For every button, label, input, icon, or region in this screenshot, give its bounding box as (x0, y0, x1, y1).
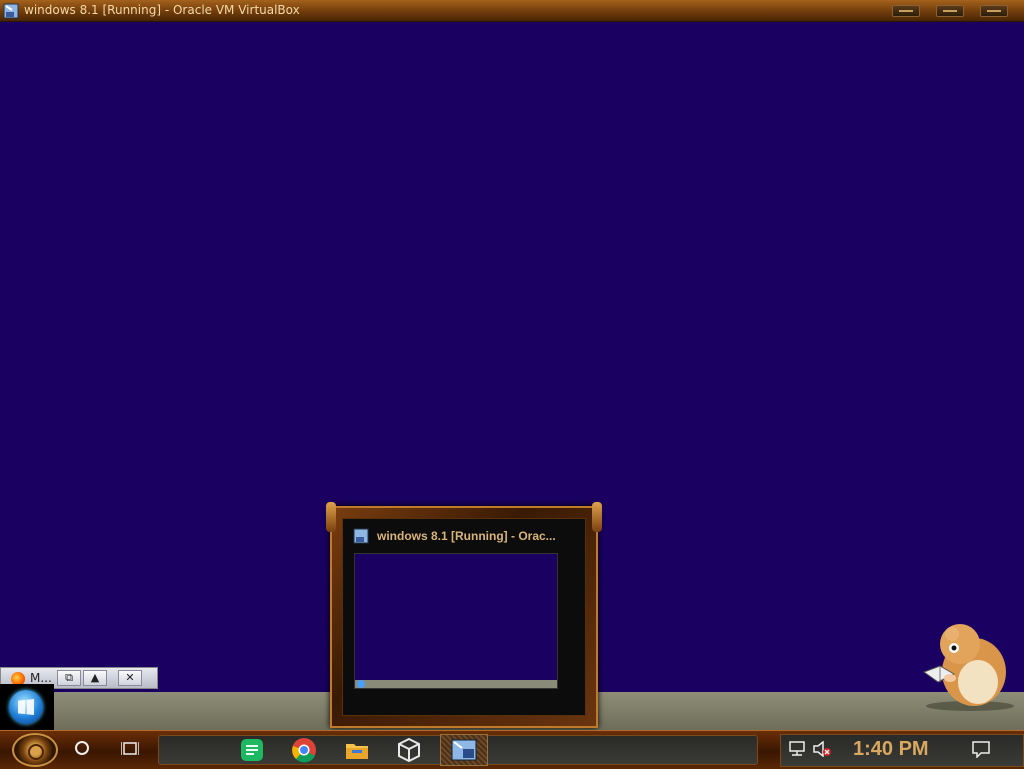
taskbar-clock[interactable]: 1:40 PM (853, 738, 929, 761)
virtualbox-vm-icon (451, 739, 477, 761)
hamster-mascot-icon[interactable] (910, 602, 1020, 712)
window-title: windows 8.1 [Running] - Oracle VM Virtua… (24, 3, 300, 17)
virtualbox-titlebar[interactable]: windows 8.1 [Running] - Oracle VM Virtua… (0, 0, 1024, 22)
guest-desktop[interactable]: M... ⧉ ▲ ✕ windows 8.1 [Running] - Orac.… (0, 22, 1024, 768)
windows-logo-icon (9, 690, 43, 724)
frame-ornament-left (326, 502, 336, 532)
minimize-button[interactable] (892, 5, 920, 17)
action-center-icon[interactable] (972, 741, 990, 758)
folder-icon[interactable] (343, 736, 371, 764)
close-button[interactable] (980, 5, 1008, 17)
minimized-window-label: M... (30, 671, 52, 685)
spotify-icon[interactable] (238, 736, 266, 764)
network-icon[interactable] (788, 741, 806, 757)
frame-ornament-right (592, 502, 602, 532)
close-button[interactable]: ✕ (118, 670, 142, 686)
volume-muted-icon[interactable] (813, 741, 831, 757)
task-view-icon[interactable] (121, 740, 139, 757)
start-button[interactable] (0, 684, 54, 730)
thumbnail-taskbar (355, 680, 557, 688)
thumbnail-title: windows 8.1 [Running] - Orac... (377, 529, 556, 543)
virtualbox-app-icon (3, 3, 19, 19)
virtualbox-vm-taskbar-button[interactable] (440, 734, 488, 766)
thumbnail-screen[interactable] (354, 553, 558, 689)
taskbar: 1:40 PM (0, 730, 1024, 769)
virtualbox-app-icon (353, 528, 369, 544)
thumbnail-start-icon (357, 680, 365, 688)
chrome-icon[interactable] (290, 736, 318, 764)
search-circle-icon[interactable] (75, 741, 89, 755)
restore-button[interactable]: ⧉ (57, 670, 81, 686)
virtualbox-cube-icon[interactable] (395, 736, 423, 764)
gear-launcher-icon[interactable] (12, 733, 58, 767)
taskbar-thumbnail-preview[interactable]: windows 8.1 [Running] - Orac... (326, 502, 602, 728)
maximize-button[interactable] (936, 5, 964, 17)
maximize-up-button[interactable]: ▲ (83, 670, 107, 686)
